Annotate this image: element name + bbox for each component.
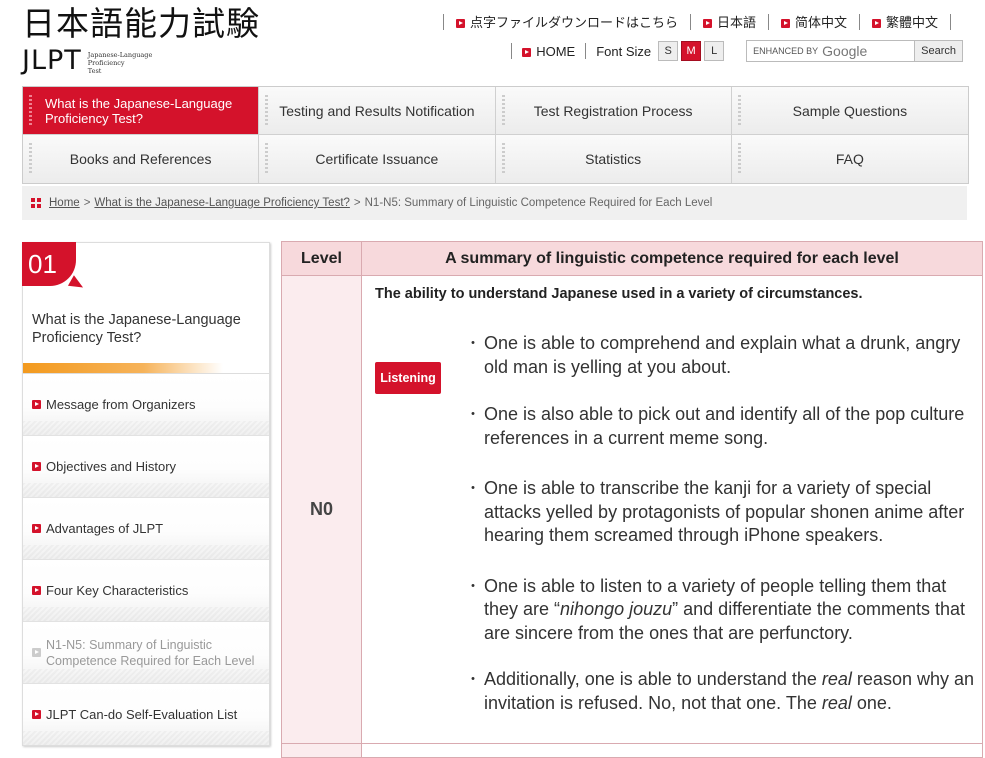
table-header: Level A summary of linguistic competence… [282, 242, 982, 276]
lang-simplified-chinese-link[interactable]: 简体中文 [780, 12, 847, 31]
nav-faq[interactable]: FAQ [731, 135, 968, 183]
logo-english: JLPT [22, 45, 82, 76]
divider [858, 13, 860, 30]
nav-certificate[interactable]: Certificate Issuance [259, 135, 496, 183]
level-cell: N0 [282, 276, 362, 743]
list-item: One is able to listen to a variety of pe… [466, 575, 975, 646]
listening-tag: Listening [375, 362, 441, 394]
summary-intro: The ability to understand Japanese used … [375, 286, 863, 302]
divider [585, 43, 587, 59]
sidebar-title: What is the Japanese-Language Proficienc… [32, 312, 241, 346]
sidebar: 01 What is the Japanese-Language Profici… [22, 242, 270, 746]
divider [950, 13, 951, 30]
nav-registration[interactable]: Test Registration Process [495, 87, 732, 135]
breadcrumb-home[interactable]: Home [49, 197, 80, 209]
arrow-bullet-icon [455, 19, 465, 29]
breadcrumb-current: N1-N5: Summary of Linguistic Competence … [364, 197, 713, 209]
sidebar-item-advantages[interactable]: Advantages of JLPT [23, 498, 269, 560]
list-item: Additionally, one is able to understand … [466, 668, 975, 715]
home-link[interactable]: HOME [522, 44, 575, 59]
grid-icon [31, 198, 41, 208]
arrow-bullet-icon [32, 710, 41, 719]
lang-traditional-chinese-link[interactable]: 繁體中文 [871, 12, 938, 31]
main-navigation: What is the Japanese-Language Proficienc… [22, 86, 969, 184]
nav-about-jlpt[interactable]: What is the Japanese-Language Proficienc… [23, 87, 260, 135]
list-item: One is also able to pick out and identif… [466, 403, 975, 450]
arrow-bullet-icon [522, 47, 532, 57]
sidebar-header: 01 What is the Japanese-Language Profici… [22, 242, 269, 374]
arrow-bullet-icon [32, 586, 41, 595]
braille-download-link[interactable]: 点字ファイルダウンロードはこちら [455, 12, 678, 31]
list-item: One is able to comprehend and explain wh… [466, 332, 975, 379]
competence-list: One is able to comprehend and explain wh… [466, 332, 975, 715]
column-header-summary: A summary of linguistic competence requi… [445, 249, 899, 267]
breadcrumb-parent[interactable]: What is the Japanese-Language Proficienc… [94, 197, 350, 209]
arrow-bullet-icon [32, 524, 41, 533]
divider [689, 13, 691, 30]
divider [511, 43, 513, 59]
font-size-large-button[interactable]: L [704, 41, 725, 61]
orange-accent-bar [23, 363, 223, 373]
sidebar-item-can-do[interactable]: JLPT Can-do Self-Evaluation List [23, 684, 269, 745]
section-number-badge: 01 [22, 242, 76, 286]
sidebar-item-objectives[interactable]: Objectives and History [23, 436, 269, 498]
divider [442, 13, 444, 30]
language-links: 点字ファイルダウンロードはこちら 日本語 简体中文 繁體中文 [431, 12, 963, 31]
font-size-small-button[interactable]: S [658, 41, 679, 61]
column-header-level: Level [282, 242, 362, 275]
nav-sample-questions[interactable]: Sample Questions [731, 87, 968, 135]
utility-bar: HOME Font Size S M L ENHANCED BY Google S… [501, 40, 963, 62]
lang-japanese-link[interactable]: 日本語 [702, 12, 756, 31]
arrow-bullet-icon [871, 19, 881, 29]
list-item: One is able to transcribe the kanji for … [466, 477, 975, 548]
search-button[interactable]: Search [914, 41, 962, 61]
font-size-label: Font Size [596, 43, 652, 59]
sidebar-item-level-summary[interactable]: N1-N5: Summary of Linguistic Competence … [23, 622, 269, 684]
jlpt-logo[interactable]: 日本語能力試験 JLPT Japanese-Language Proficien… [22, 6, 260, 76]
font-size-medium-button[interactable]: M [681, 41, 702, 61]
arrow-bullet-icon [780, 19, 790, 29]
site-search: ENHANCED BY Google Search [746, 40, 963, 62]
arrow-bullet-icon [32, 462, 41, 471]
nav-books-references[interactable]: Books and References [23, 135, 260, 183]
nav-statistics[interactable]: Statistics [495, 135, 732, 183]
google-logo: Google [822, 43, 868, 59]
arrow-bullet-icon [702, 19, 712, 29]
table-row: N0 The ability to understand Japanese us… [282, 276, 982, 744]
nav-testing-results[interactable]: Testing and Results Notification [259, 87, 496, 135]
summary-cell: The ability to understand Japanese used … [362, 276, 982, 743]
competence-table: Level A summary of linguistic competence… [281, 241, 983, 758]
logo-japanese: 日本語能力試験 [22, 4, 260, 43]
divider [767, 13, 769, 30]
search-input[interactable]: ENHANCED BY Google [747, 41, 914, 61]
arrow-bullet-icon [32, 400, 41, 409]
logo-subtitle: Japanese-Language Proficiency Test [87, 51, 153, 75]
sidebar-item-characteristics[interactable]: Four Key Characteristics [23, 560, 269, 622]
arrow-bullet-icon [32, 648, 41, 657]
sidebar-item-message[interactable]: Message from Organizers [23, 374, 269, 436]
breadcrumb: Home > What is the Japanese-Language Pro… [22, 186, 967, 220]
